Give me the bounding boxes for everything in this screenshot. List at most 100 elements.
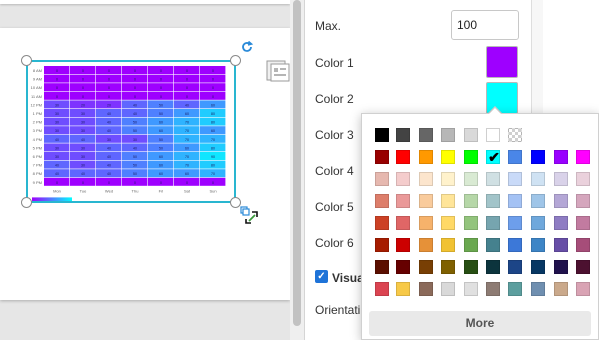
color-cell[interactable] xyxy=(554,216,568,230)
color-cell[interactable] xyxy=(464,238,478,252)
color-cell[interactable] xyxy=(554,150,568,164)
color-cell[interactable] xyxy=(396,172,410,186)
color-cell[interactable] xyxy=(419,150,433,164)
color-cell[interactable] xyxy=(419,128,433,142)
color-cell[interactable] xyxy=(531,216,545,230)
color-cell[interactable] xyxy=(531,150,545,164)
color-cell[interactable] xyxy=(508,194,522,208)
color-cell[interactable] xyxy=(419,194,433,208)
color-cell[interactable] xyxy=(375,238,389,252)
visual-checkbox[interactable]: ✓ xyxy=(315,270,328,283)
color-cell[interactable] xyxy=(464,282,478,296)
heatmap-row-label: 1 PM xyxy=(33,111,42,116)
color-cell[interactable] xyxy=(486,128,500,142)
canvas-scrollbar-thumb[interactable] xyxy=(293,0,301,326)
color-cell[interactable] xyxy=(441,150,455,164)
color-cell[interactable] xyxy=(375,260,389,274)
color-cell[interactable] xyxy=(531,238,545,252)
color-cell[interactable] xyxy=(396,150,410,164)
color-cell[interactable] xyxy=(486,282,500,296)
color-cell[interactable] xyxy=(486,260,500,274)
color-cell[interactable] xyxy=(396,260,410,274)
heatmap-cell-value: 50 xyxy=(159,146,163,150)
color-cell[interactable] xyxy=(576,282,590,296)
color-cell[interactable] xyxy=(554,194,568,208)
color-cell[interactable] xyxy=(441,128,455,142)
color-cell[interactable] xyxy=(419,238,433,252)
color-cell[interactable] xyxy=(396,216,410,230)
color-cell[interactable] xyxy=(396,194,410,208)
heatmap-cell-value: 0 xyxy=(134,78,136,82)
color-cell[interactable] xyxy=(464,216,478,230)
color-cell[interactable]: ✔ xyxy=(486,150,500,164)
max-label: Max. xyxy=(315,19,342,33)
color-cell[interactable] xyxy=(531,282,545,296)
color-cell[interactable] xyxy=(554,172,568,186)
page-format-icon[interactable] xyxy=(266,60,290,82)
color-cell[interactable] xyxy=(375,150,389,164)
color-cell[interactable] xyxy=(486,172,500,186)
max-input[interactable]: 100 xyxy=(451,10,519,40)
color-cell[interactable] xyxy=(375,282,389,296)
color-cell[interactable] xyxy=(375,172,389,186)
color-cell[interactable] xyxy=(554,260,568,274)
color-cell[interactable] xyxy=(441,238,455,252)
color-cell[interactable] xyxy=(375,194,389,208)
color-cell[interactable] xyxy=(486,238,500,252)
color-cell[interactable] xyxy=(464,150,478,164)
heatmap-row-label: 8 AM xyxy=(33,68,42,73)
color-cell[interactable] xyxy=(419,172,433,186)
duplicate-resize-icon[interactable] xyxy=(240,206,260,226)
color1-swatch[interactable] xyxy=(486,46,518,78)
color-cell-transparent[interactable] xyxy=(508,128,522,142)
color-cell[interactable] xyxy=(419,216,433,230)
color-cell[interactable] xyxy=(576,260,590,274)
color-cell[interactable] xyxy=(486,194,500,208)
resize-handle-bottom-left[interactable] xyxy=(21,197,32,208)
color-cell[interactable] xyxy=(464,128,478,142)
color-cell[interactable] xyxy=(576,150,590,164)
color-cell[interactable] xyxy=(441,194,455,208)
resize-handle-top-right[interactable] xyxy=(230,55,241,66)
heatmap-shape[interactable]: 8 AM 0 0 0 0 0 0 0 9 AM 0 0 0 0 0 0 0 10 AM 0 0 0 0 0 0 0 11 AM 0… xyxy=(26,60,236,203)
color-cell[interactable] xyxy=(419,282,433,296)
color-cell[interactable] xyxy=(508,150,522,164)
color-cell[interactable] xyxy=(464,172,478,186)
canvas-area[interactable]: 8 AM 0 0 0 0 0 0 0 9 AM 0 0 0 0 0 0 0 10 AM 0 0 0 0 0 0 0 11 AM 0… xyxy=(0,0,290,340)
heatmap-cell-value: 60 xyxy=(159,172,163,176)
color-cell[interactable] xyxy=(576,238,590,252)
color-cell[interactable] xyxy=(576,194,590,208)
color-picker-arrow-inner xyxy=(488,108,502,115)
heatmap-cell-value: 0 xyxy=(134,95,136,99)
color-cell[interactable] xyxy=(486,216,500,230)
color-cell[interactable] xyxy=(464,260,478,274)
color-cell[interactable] xyxy=(508,260,522,274)
color-cell[interactable] xyxy=(576,216,590,230)
color-cell[interactable] xyxy=(441,282,455,296)
color-cell[interactable] xyxy=(375,128,389,142)
heatmap-cell-value: 30 xyxy=(81,146,85,150)
color-cell[interactable] xyxy=(419,260,433,274)
color-cell[interactable] xyxy=(531,194,545,208)
color-cell[interactable] xyxy=(464,194,478,208)
color-cell[interactable] xyxy=(554,238,568,252)
resize-handle-top-left[interactable] xyxy=(21,55,32,66)
color-cell[interactable] xyxy=(441,260,455,274)
color-cell[interactable] xyxy=(531,260,545,274)
color-cell[interactable] xyxy=(508,172,522,186)
color-cell[interactable] xyxy=(396,238,410,252)
color-cell[interactable] xyxy=(441,216,455,230)
heatmap-row-label: 3 PM xyxy=(33,128,42,133)
rotate-icon[interactable] xyxy=(240,40,254,54)
color-cell[interactable] xyxy=(508,282,522,296)
color-cell[interactable] xyxy=(441,172,455,186)
color-cell[interactable] xyxy=(396,282,410,296)
color-cell[interactable] xyxy=(508,238,522,252)
more-colors-button[interactable]: More xyxy=(369,311,591,336)
color-cell[interactable] xyxy=(508,216,522,230)
color-cell[interactable] xyxy=(576,172,590,186)
color-cell[interactable] xyxy=(375,216,389,230)
color-cell[interactable] xyxy=(396,128,410,142)
color-cell[interactable] xyxy=(554,282,568,296)
color-cell[interactable] xyxy=(531,172,545,186)
